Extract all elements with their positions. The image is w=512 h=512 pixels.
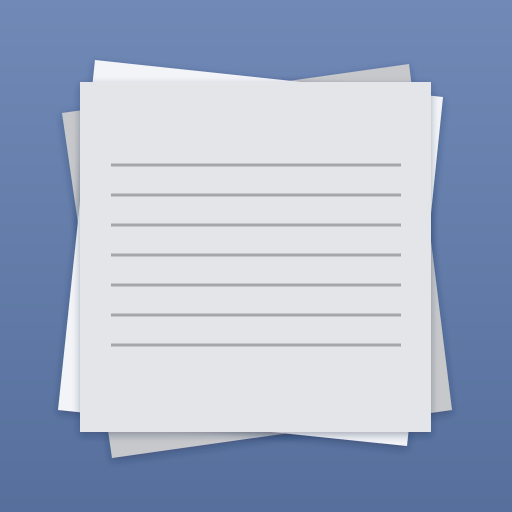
front-paper-sheet: [80, 82, 431, 432]
notes-app-icon: [0, 0, 512, 512]
notes-paper-stack-icon: [0, 0, 512, 512]
